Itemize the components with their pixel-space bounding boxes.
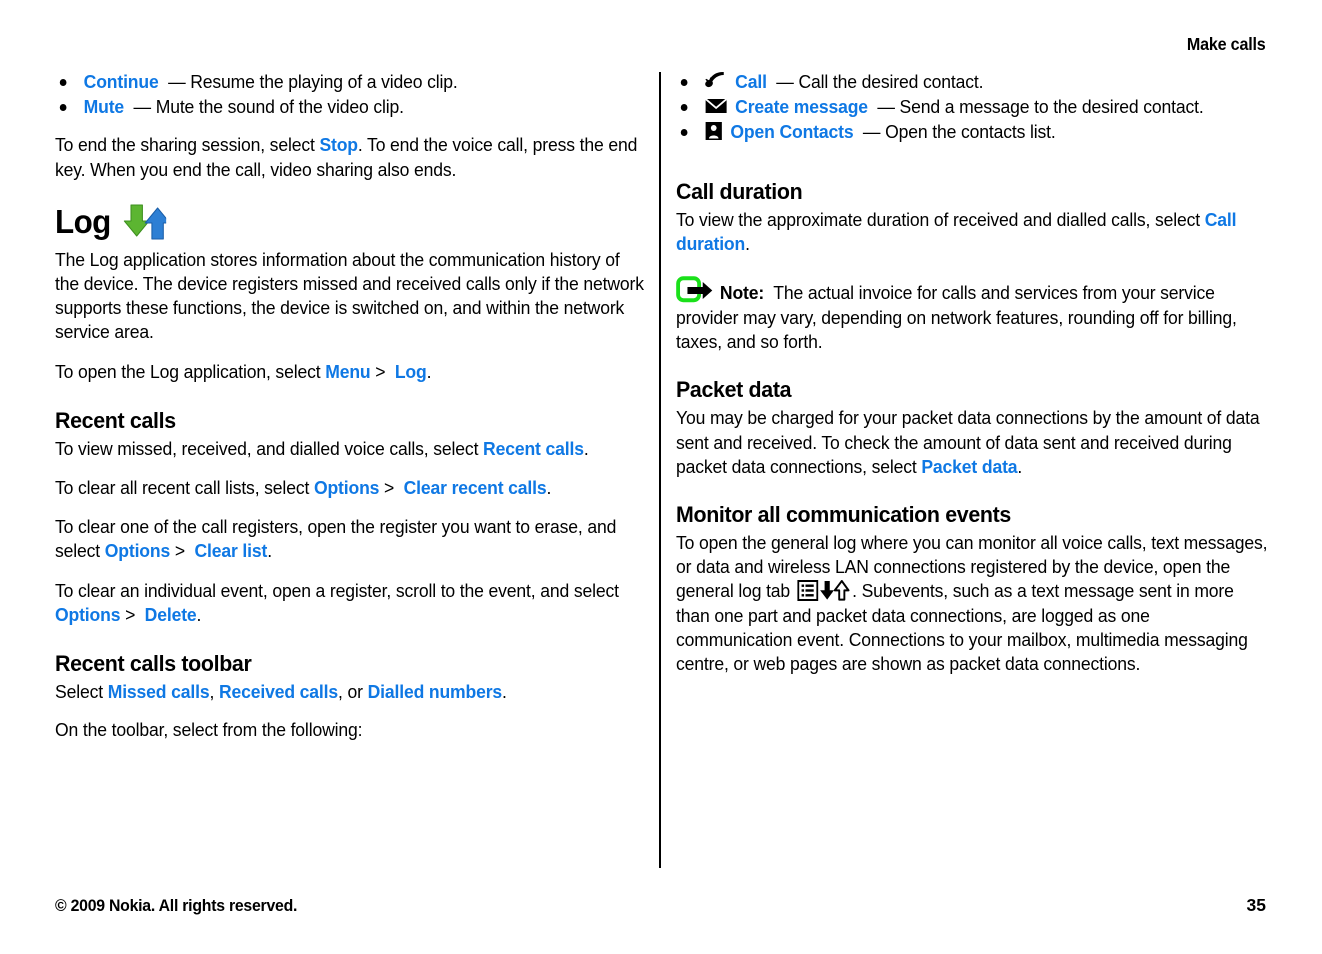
ui-term-options[interactable]: Options bbox=[105, 540, 170, 561]
note-arrow-icon bbox=[676, 276, 718, 306]
text-run: To clear an individual event, open a reg… bbox=[55, 579, 619, 601]
recent-calls-view-paragraph: To view missed, received, and dialled vo… bbox=[55, 437, 647, 461]
note-paragraph: Note: The actual invoice for calls and s… bbox=[676, 276, 1268, 354]
envelope-icon bbox=[705, 96, 728, 116]
end-sharing-paragraph: To end the sharing session, select Stop.… bbox=[55, 133, 647, 181]
call-duration-paragraph: To view the approximate duration of rece… bbox=[676, 208, 1268, 256]
ui-term-log[interactable]: Log bbox=[395, 361, 427, 382]
ui-term-create-message[interactable]: Create message bbox=[735, 96, 868, 117]
clear-one-register-paragraph: To clear one of the call registers, open… bbox=[55, 515, 647, 563]
ui-term-dialled-numbers[interactable]: Dialled numbers bbox=[368, 681, 503, 702]
ui-term-stop[interactable]: Stop bbox=[319, 134, 358, 155]
em-dash: — bbox=[776, 71, 794, 92]
text-run: . bbox=[267, 540, 272, 562]
page-title-log: Log bbox=[55, 202, 617, 242]
section-heading-recent-calls: Recent calls bbox=[55, 407, 176, 433]
clear-all-lists-paragraph: To clear all recent call lists, select O… bbox=[55, 476, 647, 500]
bullet-text: Mute the sound of the video clip. bbox=[155, 96, 404, 118]
em-dash: — bbox=[133, 96, 152, 118]
text-run: . bbox=[583, 437, 589, 459]
footer-page-number: 35 bbox=[1246, 895, 1266, 915]
path-separator: > bbox=[384, 477, 395, 499]
left-column: Continue — Resume the playing of a video… bbox=[55, 70, 647, 757]
footer-copyright: © 2009 Nokia. All rights reserved. bbox=[55, 896, 298, 915]
bullet-text: Open the contacts list. bbox=[885, 121, 1056, 143]
text-run: To view missed, received, and dialled vo… bbox=[55, 437, 484, 459]
ui-term-menu[interactable]: Menu bbox=[325, 361, 370, 382]
ui-term-mute[interactable]: Mute bbox=[84, 96, 125, 117]
ui-term-packet-data[interactable]: Packet data bbox=[921, 456, 1017, 477]
monitor-events-paragraph: To open the general log where you can mo… bbox=[676, 531, 1268, 676]
text-run: To view the approximate duration of rece… bbox=[676, 208, 1205, 230]
packet-data-paragraph: You may be charged for your packet data … bbox=[676, 406, 1268, 479]
section-heading-monitor-events: Monitor all communication events bbox=[676, 502, 1011, 528]
section-heading-packet-data: Packet data bbox=[676, 377, 792, 403]
text-run: . bbox=[745, 232, 750, 254]
text-run: , or bbox=[338, 681, 368, 703]
list-item: Call — Call the desired contact. bbox=[676, 70, 1268, 94]
ui-term-clear-list[interactable]: Clear list bbox=[194, 540, 267, 561]
log-icon bbox=[122, 202, 171, 242]
path-separator: > bbox=[125, 603, 136, 625]
text-run: . bbox=[502, 681, 507, 703]
running-header: Make calls bbox=[1187, 34, 1266, 54]
text-run: . bbox=[1017, 455, 1023, 477]
em-dash: — bbox=[168, 71, 186, 92]
section-heading-call-duration: Call duration bbox=[676, 178, 803, 204]
text-run: Select bbox=[55, 681, 108, 703]
path-separator: > bbox=[375, 360, 386, 382]
ui-term-delete[interactable]: Delete bbox=[145, 604, 197, 625]
section-heading-recent-calls-toolbar: Recent calls toolbar bbox=[55, 651, 252, 677]
ui-term-open-contacts[interactable]: Open Contacts bbox=[730, 121, 853, 142]
ui-term-received-calls[interactable]: Received calls bbox=[219, 681, 338, 702]
log-intro-paragraph: The Log application stores information a… bbox=[55, 248, 644, 343]
text-run: To open the Log application, select bbox=[55, 360, 326, 382]
list-item: Create message — Send a message to the d… bbox=[676, 95, 1268, 119]
down-up-arrows-icon bbox=[820, 580, 852, 602]
bullet-dot-icon bbox=[59, 104, 67, 112]
text-run: . bbox=[196, 603, 202, 625]
heading-text: Log bbox=[55, 202, 111, 240]
ui-term-missed-calls[interactable]: Missed calls bbox=[108, 681, 210, 702]
manual-page: Make calls Continue — Resume the playing… bbox=[0, 0, 1322, 954]
text-run: , bbox=[209, 681, 219, 703]
ui-term-continue[interactable]: Continue bbox=[84, 71, 159, 92]
em-dash: — bbox=[877, 96, 895, 118]
em-dash: — bbox=[862, 121, 881, 143]
ui-term-call[interactable]: Call bbox=[735, 71, 767, 92]
text-run: To clear all recent call lists, select bbox=[55, 477, 314, 499]
bullet-text: Resume the playing of a video clip. bbox=[190, 71, 458, 92]
text-run: . bbox=[426, 360, 432, 382]
open-log-paragraph: To open the Log application, select Menu… bbox=[55, 360, 647, 384]
ui-term-options[interactable]: Options bbox=[55, 604, 120, 625]
toolbar-bullet-list: Call — Call the desired contact. Create … bbox=[676, 70, 1268, 145]
log-list-tab-icon bbox=[797, 580, 819, 602]
bullet-dot-icon bbox=[680, 129, 688, 137]
text-run: To end the sharing session, select bbox=[55, 134, 320, 156]
ui-term-clear-recent-calls[interactable]: Clear recent calls bbox=[404, 477, 547, 498]
text-run: . bbox=[546, 477, 552, 499]
toolbar-intro-paragraph: On the toolbar, select from the followin… bbox=[55, 719, 363, 741]
right-column: Call — Call the desired contact. Create … bbox=[676, 70, 1268, 691]
column-divider bbox=[659, 72, 661, 868]
bullet-dot-icon bbox=[59, 79, 67, 86]
list-item: Open Contacts — Open the contacts list. bbox=[676, 120, 1268, 144]
path-separator: > bbox=[174, 540, 185, 562]
bullet-text: Call the desired contact. bbox=[798, 71, 984, 92]
ui-term-recent-calls[interactable]: Recent calls bbox=[483, 438, 584, 459]
clear-individual-event-paragraph: To clear an individual event, open a reg… bbox=[55, 579, 647, 627]
bullet-dot-icon bbox=[680, 79, 688, 86]
list-item: Continue — Resume the playing of a video… bbox=[55, 70, 647, 94]
note-label: Note: bbox=[719, 282, 765, 304]
phone-handset-icon bbox=[705, 71, 728, 91]
list-item: Mute — Mute the sound of the video clip. bbox=[55, 95, 647, 119]
toolbar-select-paragraph: Select Missed calls, Received calls, or … bbox=[55, 680, 647, 704]
ui-term-options[interactable]: Options bbox=[314, 477, 379, 498]
video-share-bullet-list: Continue — Resume the playing of a video… bbox=[55, 70, 647, 119]
bullet-dot-icon bbox=[680, 104, 688, 112]
contacts-icon bbox=[705, 121, 723, 141]
bullet-text: Send a message to the desired contact. bbox=[899, 96, 1204, 118]
